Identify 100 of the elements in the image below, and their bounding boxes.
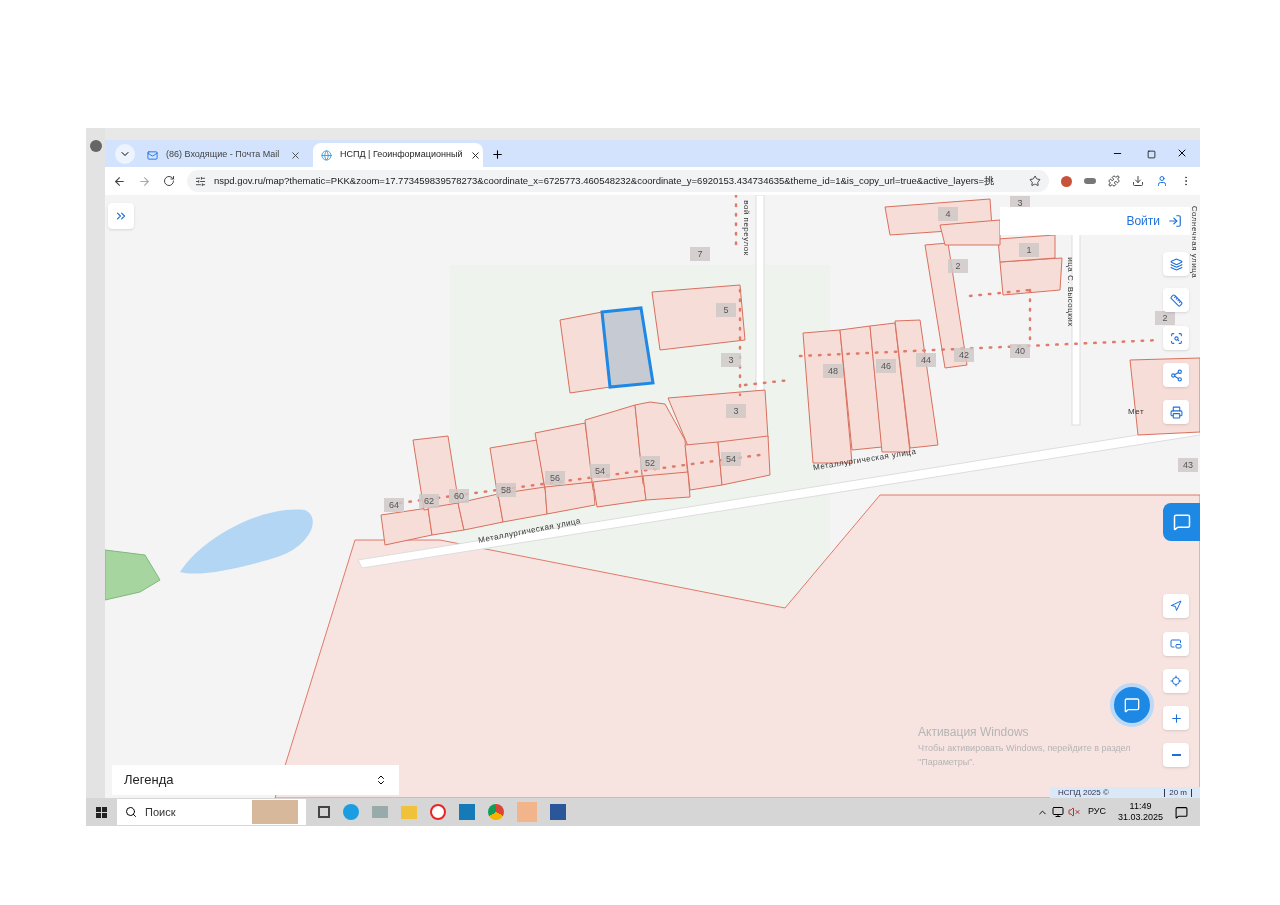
ruler-icon [1169,293,1183,307]
building: 42 [954,348,974,362]
minimap-icon [1170,638,1182,650]
clock-date: 31.03.2025 [1117,812,1163,823]
task-view-icon[interactable] [318,806,330,818]
extension-icon[interactable] [1061,175,1072,187]
speech-bubble-icon [1172,513,1191,531]
building: 4 [938,207,958,221]
select-area-button[interactable] [1163,326,1189,350]
site-info-icon [195,175,206,187]
extensions-icon[interactable] [1108,175,1120,187]
search-placeholder: Поиск [145,804,177,820]
building: 3 [726,404,746,418]
legend-title: Легенда [124,771,174,790]
search-highlight-image [252,800,298,824]
mail-icon [147,149,158,161]
chat-icon [1124,697,1140,713]
browser-tab[interactable]: (86) Входящие - Почта Mail [139,143,309,167]
street-label: Мет [1127,407,1145,416]
share-button[interactable] [1163,363,1189,387]
building: 58 [496,483,516,497]
building: 1 [1019,243,1039,257]
expand-sidebar-button[interactable] [108,203,134,229]
forward-icon[interactable] [138,174,151,188]
location-button[interactable] [1163,594,1189,618]
login-icon [1168,214,1182,228]
building: 54 [721,452,741,466]
network-icon[interactable] [1051,806,1064,818]
clock-time: 11:49 [1129,801,1152,812]
volume-muted-icon[interactable] [1067,806,1080,818]
download-icon[interactable] [1132,175,1144,187]
street-label: ица С. Высоцких [1066,257,1075,327]
login-button[interactable]: Войти [1126,212,1182,230]
address-bar[interactable]: nspd.gov.ru/map?thematic=PKK&zoom=17.773459839578273&coordinate_x=6725773.460548232&coordinate_y=6920153.434734635&theme_id=1&is_copy_url=true&active_layers=挑 [187,170,1049,192]
locate-button[interactable] [1163,669,1189,693]
land-parcel [999,257,1063,296]
notifications-icon[interactable] [1175,805,1188,819]
url-text: nspd.gov.ru/map?thematic=PKK&zoom=17.773459839578273&coordinate_x=6725773.460548232&coordinate_y=6920153.434734635&theme_id=1&is_copy_url=true&active_layers=挑 [214,173,996,188]
language-indicator[interactable]: РУС [1087,805,1106,819]
street-label: Солнечная улица [1190,205,1199,279]
legend-panel[interactable]: Легенда [112,765,399,795]
building: 43 [1178,458,1198,472]
close-icon[interactable] [470,149,482,161]
plus-icon [1169,711,1183,725]
user-icon [89,140,102,152]
profile-icon[interactable] [1156,175,1168,187]
floating-action-button[interactable] [1163,503,1200,541]
building: 62 [419,494,439,508]
start-icon[interactable] [96,806,107,818]
share-icon [1169,368,1183,382]
search-icon [125,806,137,818]
zoom-out-button[interactable] [1163,743,1189,767]
layers-icon [1169,257,1183,271]
bookmark-icon[interactable] [1029,175,1041,187]
zoom-in-button[interactable] [1163,706,1189,730]
minimap-button[interactable] [1163,632,1189,656]
printer-icon [1169,405,1183,419]
close-window-icon[interactable] [1176,147,1188,159]
building: 44 [916,353,936,367]
street-label: вой переулок [742,200,751,256]
scale-label: 20 m [1164,788,1192,797]
reload-icon[interactable] [163,175,175,187]
ruler-button[interactable] [1163,288,1189,312]
building: 2 [948,259,968,273]
building: 60 [449,489,469,503]
tab-title: НСПД | Геоинформационный [340,148,463,162]
close-icon[interactable] [290,149,301,161]
building: 40 [1010,344,1030,358]
print-button[interactable] [1163,400,1189,424]
park-area [105,549,161,601]
layers-button[interactable] [1163,252,1189,276]
minus-icon [1171,754,1181,756]
building: 64 [384,498,404,512]
new-tab-icon[interactable] [491,148,504,161]
building: 3 [721,353,741,367]
selected-parcel[interactable] [600,306,655,389]
browser-tab[interactable]: НСПД | Геоинформационный [313,143,483,167]
attribution-text: НСПД 2025 © [1058,786,1109,798]
yandex-icon[interactable] [430,804,446,820]
building: 54 [590,464,610,478]
arrow-pointer-icon [1170,600,1182,612]
building: 7 [690,247,710,261]
crosshair-icon [1170,675,1182,687]
building: 46 [876,359,896,373]
building: 52 [640,456,660,470]
tab-title: (86) Входящие - Почта Mail [166,148,281,162]
building: 48 [823,364,843,378]
chevrons-right-icon [114,209,128,223]
back-icon[interactable] [113,174,126,188]
globe-icon [321,149,332,161]
building: 5 [716,303,736,317]
activation-title: Активация Windows [918,724,1030,741]
tab-list-button[interactable] [115,144,135,164]
building: 2 [1155,311,1175,325]
chrome-icon[interactable] [488,804,504,820]
extension-icon[interactable] [1084,178,1096,184]
building: 56 [545,471,565,485]
maximize-icon[interactable] [1147,150,1156,159]
activation-text: Чтобы активировать Windows, перейдите в раздел "Параметры". [918,742,1132,769]
taskbar-search-field[interactable]: Поиск [117,799,306,825]
